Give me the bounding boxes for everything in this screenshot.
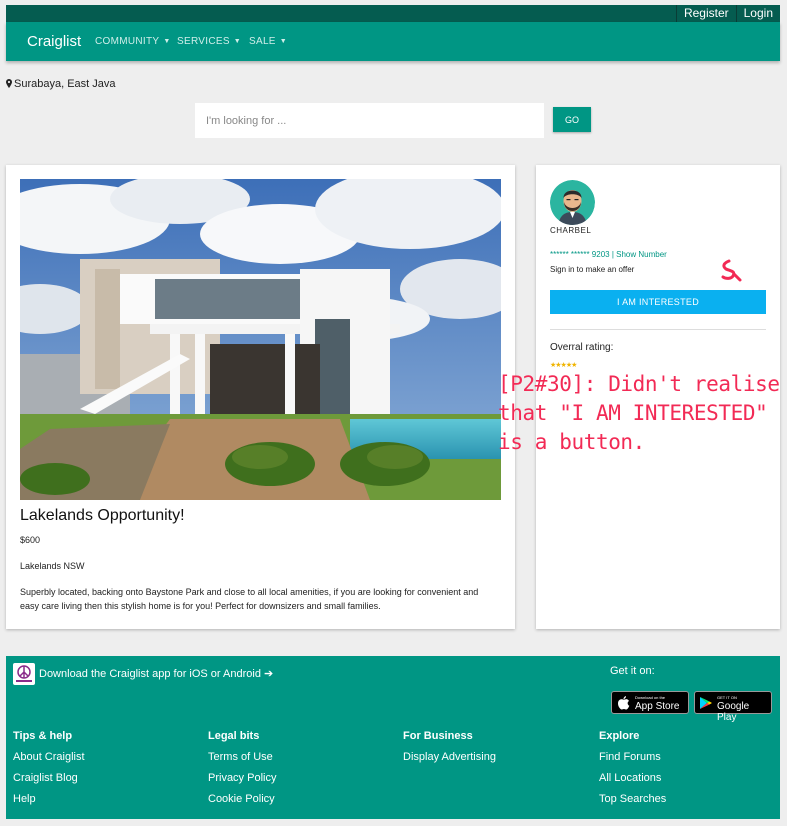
phone-number: ****** ****** 9203 | Show Number [550, 250, 667, 259]
apple-icon [618, 696, 630, 710]
navbar: Craiglist COMMUNITY ▼ SERVICES ▼ SALE ▼ [6, 22, 780, 61]
usability-annotation: [P2#30]: Didn't realise that "I AM INTER… [498, 372, 780, 454]
google-play-icon [700, 697, 712, 709]
caret-down-icon: ▼ [279, 38, 288, 45]
listing-price: $600 [20, 535, 41, 545]
footer-link[interactable]: Top Searches [599, 789, 666, 810]
caret-down-icon: ▼ [233, 38, 242, 45]
caret-down-icon: ▼ [163, 38, 171, 45]
google-play-badge[interactable]: GET IT ON Google Play [694, 691, 772, 723]
register-link[interactable]: Register [675, 5, 736, 22]
footer-link[interactable]: Find Forums [599, 747, 666, 768]
rating-stars-icon: ★★★★★ [550, 362, 577, 369]
listing-description: Superbly located, backing onto Baystone … [20, 587, 479, 611]
listing-photo[interactable] [20, 179, 501, 500]
footer-col-business: For Business Display Advertising [403, 730, 496, 768]
search-input[interactable] [195, 103, 544, 138]
map-pin-icon [6, 79, 12, 88]
footer-link[interactable]: Cookie Policy [208, 789, 276, 810]
footer-link[interactable]: Help [13, 789, 85, 810]
footer-col-tips: Tips & help About Craiglist Craiglist Bl… [13, 730, 85, 810]
nav-community[interactable]: COMMUNITY ▼ [95, 36, 171, 47]
app-download-link[interactable]: Download the Craiglist app for iOS or An… [39, 667, 273, 680]
signin-prompt[interactable]: Sign in to make an offer [550, 265, 634, 274]
footer-link[interactable]: Display Advertising [403, 747, 496, 768]
get-it-on-label: Get it on: [610, 665, 655, 677]
login-link[interactable]: Login [735, 5, 780, 22]
footer: Download the Craiglist app for iOS or An… [6, 656, 780, 819]
brand-logo[interactable]: Craiglist [27, 33, 81, 50]
footer-link[interactable]: Privacy Policy [208, 768, 276, 789]
go-button[interactable]: GO [553, 107, 591, 132]
footer-heading: Tips & help [13, 730, 73, 742]
scribble-mark-icon [721, 259, 742, 282]
nav-services[interactable]: SERVICES ▼ [177, 36, 241, 47]
seller-name: CHARBEL [550, 226, 592, 235]
footer-heading: Legal bits [208, 730, 260, 742]
interested-button[interactable]: I AM INTERESTED [550, 290, 766, 314]
location: Surabaya, East Java [6, 78, 116, 90]
arrow-right-icon: ➔ [264, 668, 274, 680]
footer-heading: Explore [599, 730, 640, 742]
seller-avatar[interactable] [550, 180, 595, 225]
show-number-link[interactable]: Show Number [616, 250, 667, 259]
listing-title: Lakelands Opportunity! [20, 507, 185, 524]
footer-link[interactable]: About Craiglist [13, 747, 85, 768]
divider [550, 329, 766, 330]
app-store-badge[interactable]: Download on the App Store [611, 691, 689, 714]
footer-col-legal: Legal bits Terms of Use Privacy Policy C… [208, 730, 276, 810]
top-bar: Register Login [6, 5, 780, 22]
footer-col-explore: Explore Find Forums All Locations Top Se… [599, 730, 666, 810]
listing-card: Lakelands Opportunity! $600 Lakelands NS… [6, 165, 515, 629]
craiglist-app-logo[interactable] [13, 663, 35, 685]
footer-link[interactable]: Terms of Use [208, 747, 276, 768]
nav-sale[interactable]: SALE ▼ [249, 36, 287, 47]
footer-link[interactable]: All Locations [599, 768, 666, 789]
footer-heading: For Business [403, 730, 473, 742]
footer-link[interactable]: Craiglist Blog [13, 768, 85, 789]
rating-label: Overral rating: [550, 342, 614, 353]
listing-suburb: Lakelands NSW [20, 561, 85, 571]
